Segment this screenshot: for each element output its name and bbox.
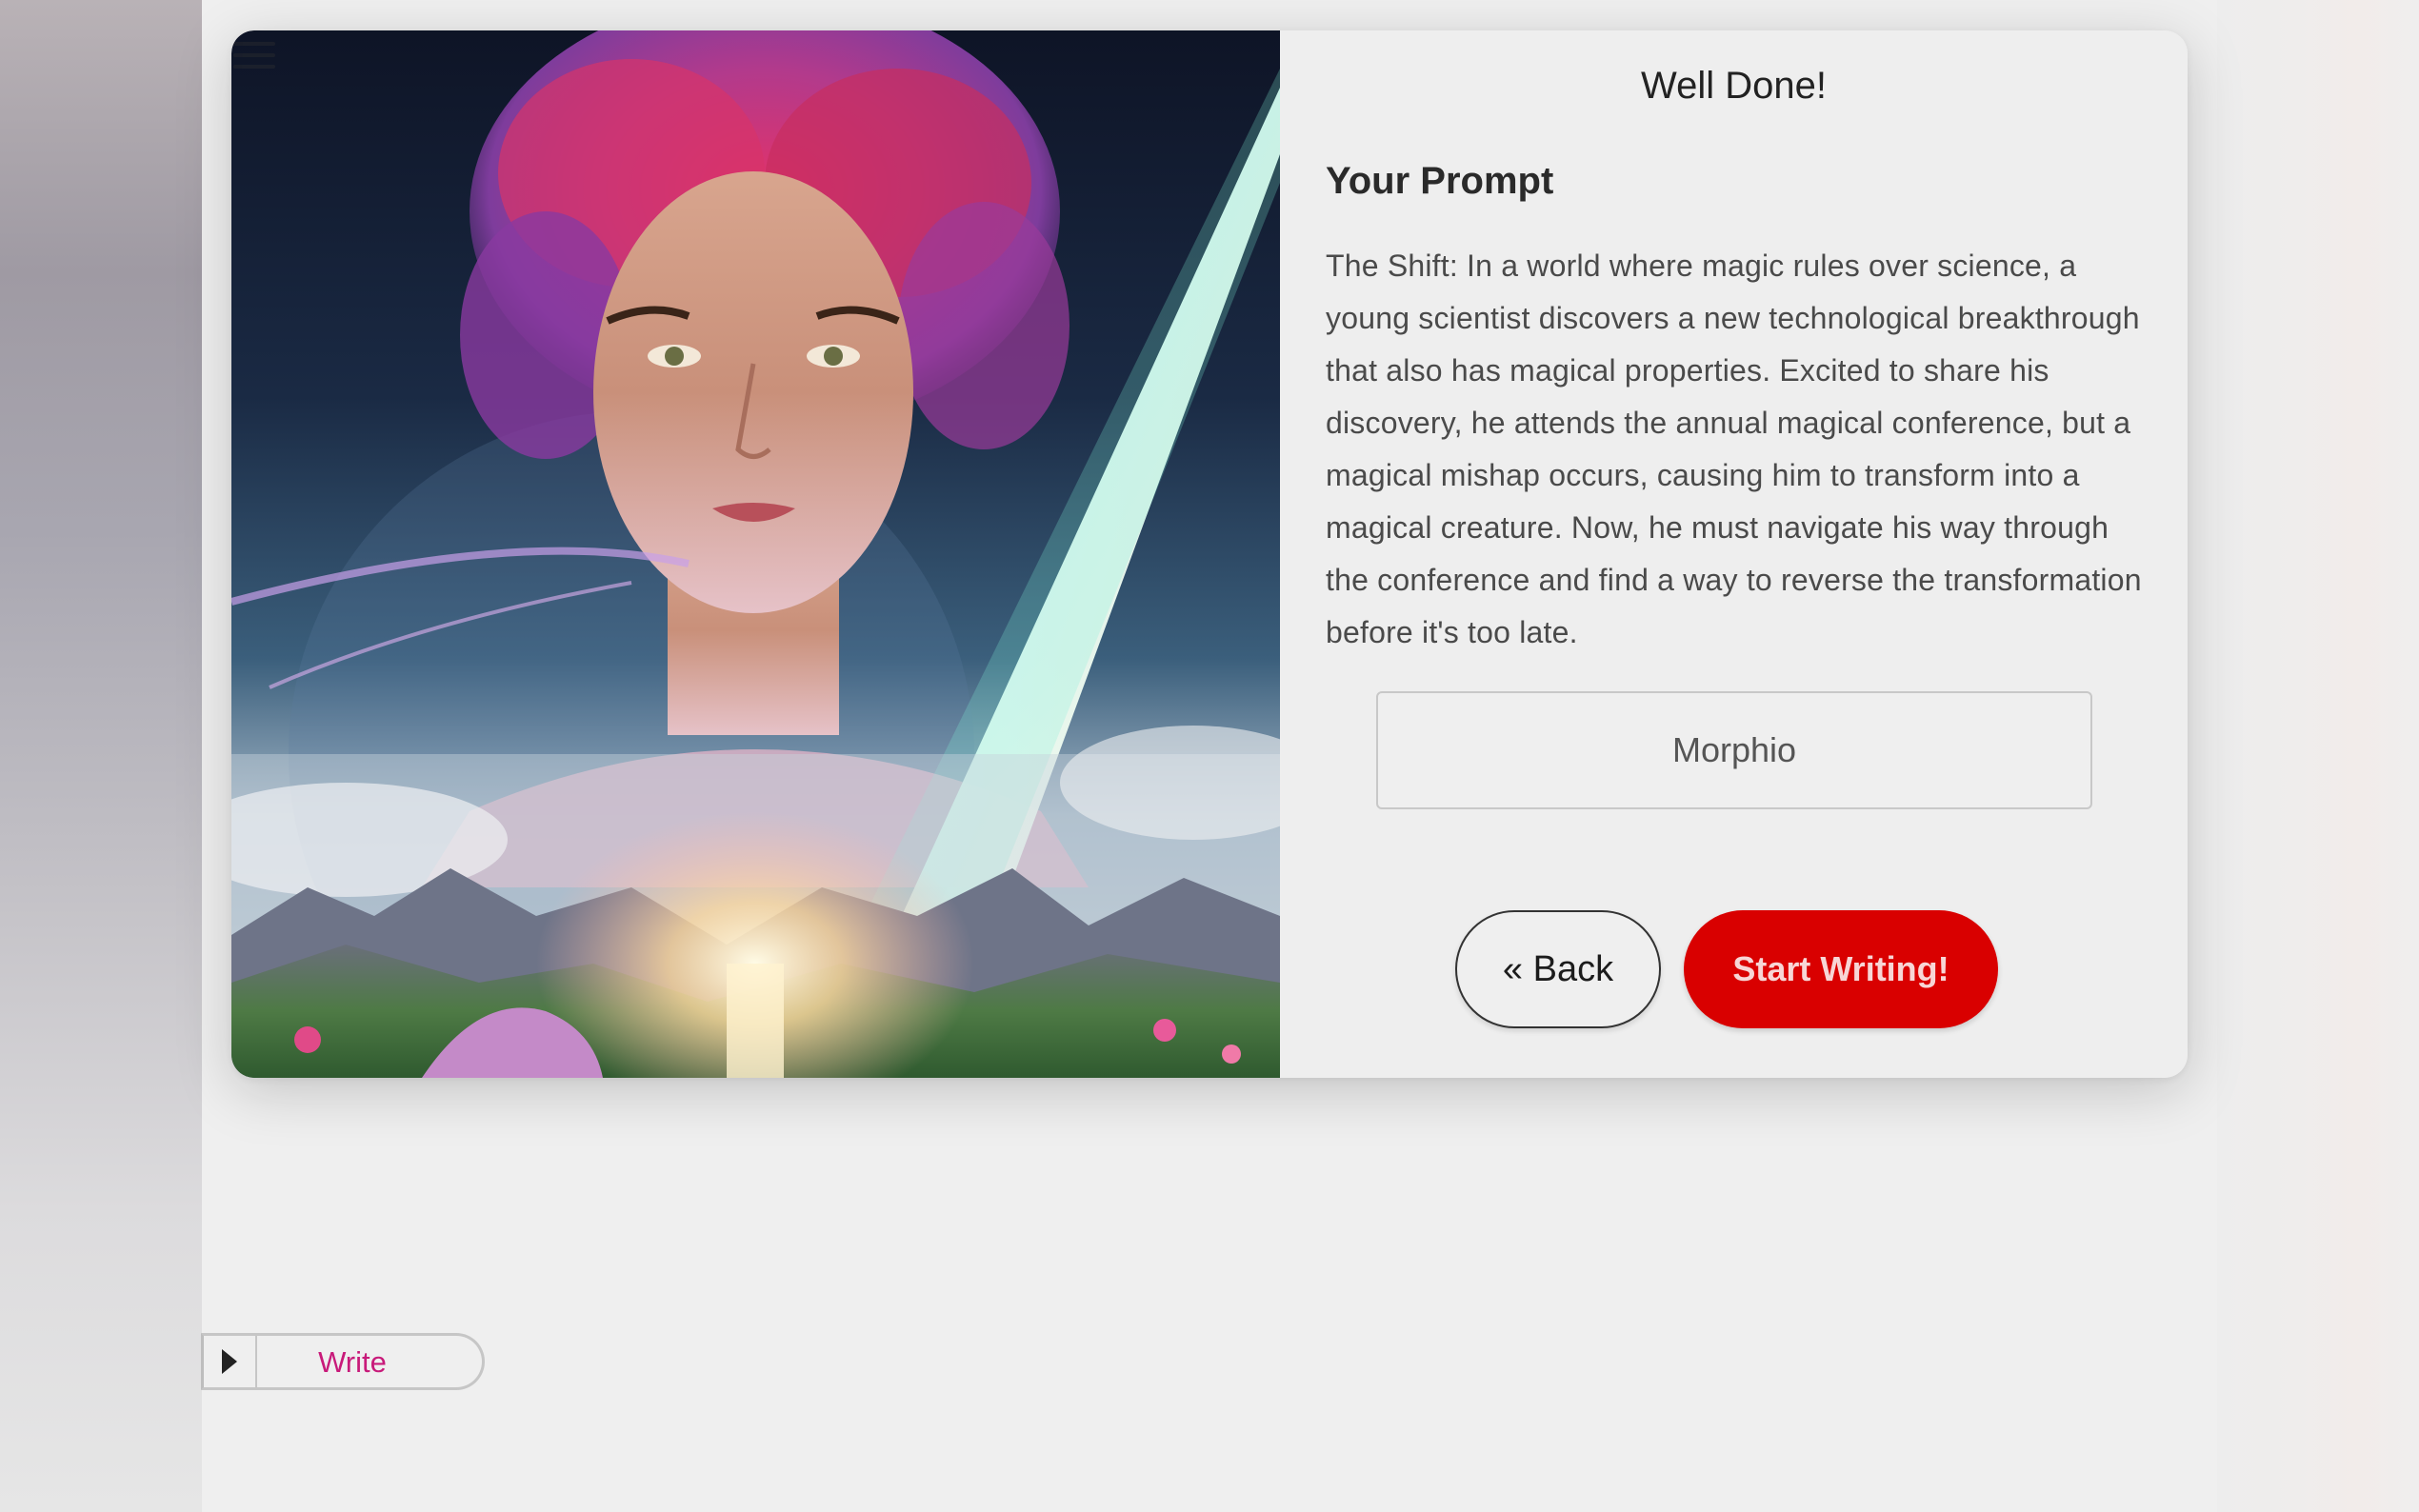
write-tab-label[interactable]: Write bbox=[257, 1336, 448, 1387]
prompt-result-modal: Well Done! Your Prompt The Shift: In a w… bbox=[231, 30, 2188, 1078]
expand-toggle-button[interactable] bbox=[204, 1336, 257, 1387]
background-left-blur bbox=[0, 0, 202, 1512]
background-right-blur bbox=[2217, 0, 2419, 1512]
generated-artwork-image bbox=[231, 30, 1280, 1078]
play-triangle-icon bbox=[222, 1349, 237, 1374]
prompt-text: The Shift: In a world where magic rules … bbox=[1326, 249, 2142, 649]
hamburger-menu-icon[interactable] bbox=[231, 34, 277, 76]
back-button[interactable]: « Back bbox=[1455, 910, 1661, 1028]
modal-title: Well Done! bbox=[1641, 65, 1827, 107]
prompt-details-panel: Well Done! Your Prompt The Shift: In a w… bbox=[1280, 30, 2188, 1078]
prompt-heading: Your Prompt bbox=[1326, 160, 1554, 202]
story-name-input[interactable] bbox=[1376, 691, 2092, 809]
start-writing-button[interactable]: Start Writing! bbox=[1684, 910, 1998, 1028]
write-sidebar-tab[interactable]: Write bbox=[201, 1333, 485, 1390]
